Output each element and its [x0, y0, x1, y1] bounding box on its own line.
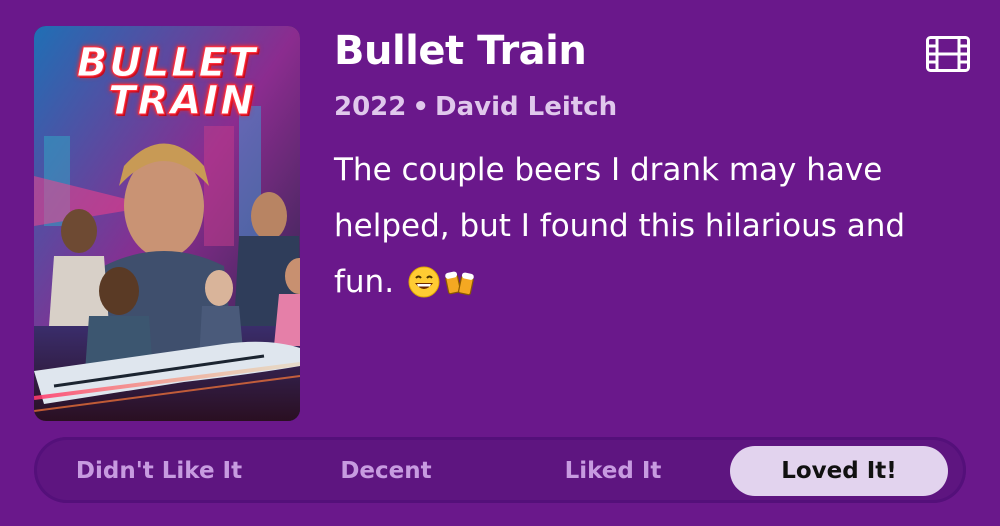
movie-poster: BULLET TRAIN: [34, 26, 300, 421]
rating-option-liked-it[interactable]: Liked It: [504, 446, 722, 496]
meta-separator: •: [412, 92, 429, 122]
poster-title-line2: TRAIN: [108, 78, 256, 125]
review-text: The couple beers I drank may have helped…: [334, 142, 974, 316]
movie-review-card: BULLET TRAIN Bullet Train 2022 • David Lei…: [0, 0, 1000, 526]
release-year: 2022: [334, 92, 407, 122]
rating-selector: Didn't Like It Decent Liked It Loved It!: [34, 437, 966, 503]
rating-option-decent[interactable]: Decent: [277, 446, 495, 496]
film-icon: [926, 36, 970, 72]
movie-meta: 2022 • David Leitch: [334, 92, 617, 122]
rating-option-loved-it[interactable]: Loved It!: [730, 446, 948, 496]
movie-title: Bullet Train: [334, 28, 587, 74]
director-name: David Leitch: [435, 92, 618, 122]
grinning-face-icon: [408, 260, 440, 316]
beer-mugs-icon: [444, 260, 476, 316]
rating-option-didnt-like-it[interactable]: Didn't Like It: [50, 446, 268, 496]
